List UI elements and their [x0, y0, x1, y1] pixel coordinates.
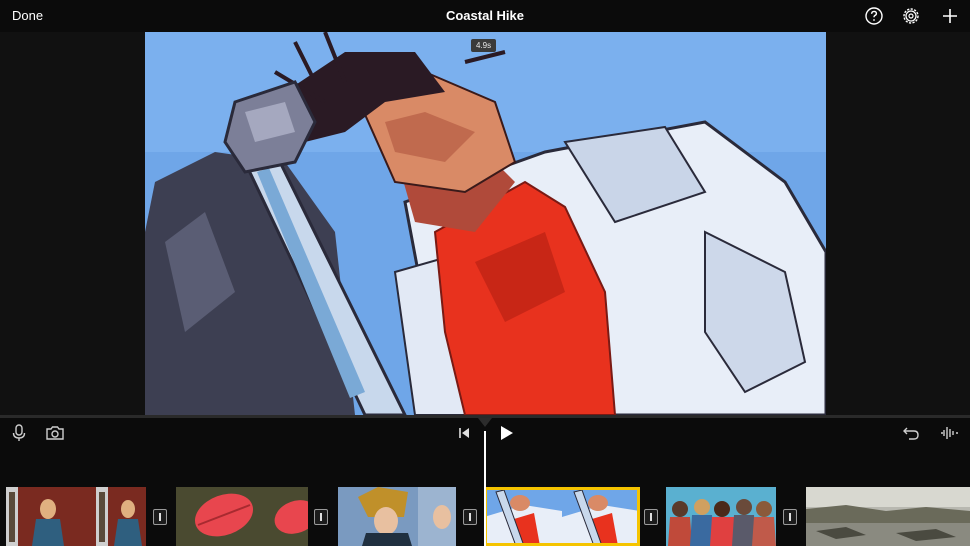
- timeline-clip[interactable]: [666, 487, 776, 546]
- timeline-clip[interactable]: [806, 487, 970, 546]
- plus-icon[interactable]: [940, 6, 960, 26]
- timeline-clip-selected[interactable]: [484, 487, 640, 546]
- play-icon[interactable]: [495, 422, 517, 444]
- gear-icon[interactable]: [901, 6, 921, 26]
- playhead[interactable]: [484, 431, 486, 546]
- transition-button[interactable]: [153, 509, 167, 525]
- top-bar: Done Coastal Hike: [0, 0, 970, 32]
- playhead-marker: [478, 418, 492, 427]
- skip-to-start-icon[interactable]: [454, 422, 476, 444]
- transition-button[interactable]: [783, 509, 797, 525]
- clip-duration-badge: 4.9s: [471, 39, 497, 52]
- timeline-clip[interactable]: [176, 487, 308, 546]
- undo-icon[interactable]: [900, 422, 922, 444]
- timeline-clip[interactable]: [338, 487, 456, 546]
- microphone-icon[interactable]: [8, 422, 30, 444]
- help-icon[interactable]: [864, 6, 884, 26]
- transition-button[interactable]: [463, 509, 477, 525]
- transition-button[interactable]: [314, 509, 328, 525]
- project-title: Coastal Hike: [445, 8, 525, 23]
- video-viewer: 4.9s: [0, 32, 970, 415]
- video-preview[interactable]: [145, 32, 826, 415]
- camera-icon[interactable]: [44, 422, 66, 444]
- timeline-clip[interactable]: [6, 487, 146, 546]
- transition-button[interactable]: [644, 509, 658, 525]
- audio-waveform-icon[interactable]: [938, 422, 960, 444]
